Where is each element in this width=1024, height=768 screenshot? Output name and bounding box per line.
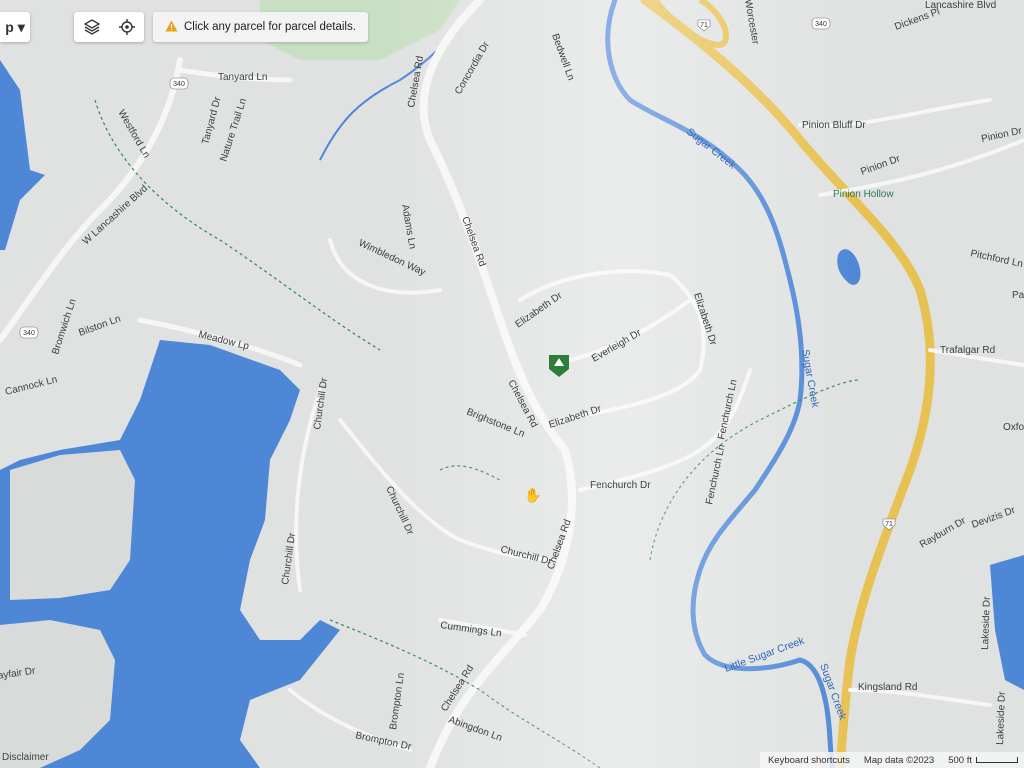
scale-label: 500 ft xyxy=(948,754,972,766)
label-trafalgar: Trafalgar Rd xyxy=(940,345,995,356)
label-lakeside-1: Lakeside Dr xyxy=(980,596,993,650)
screen-glare xyxy=(380,0,860,768)
hand-cursor-icon: ✋ xyxy=(524,487,541,503)
label-lakeside-2: Lakeside Dr xyxy=(995,691,1008,745)
label-kingsland: Kingsland Rd xyxy=(858,682,917,693)
label-lancashire-top: Lancashire Blvd xyxy=(925,0,996,11)
locate-icon[interactable] xyxy=(115,15,139,39)
disclaimer-link[interactable]: Disclaimer xyxy=(0,752,49,763)
peninsula-west xyxy=(10,450,135,600)
scale-bar-line xyxy=(976,757,1018,763)
map-type-menu[interactable]: p ▾ xyxy=(0,12,30,42)
label-pinion-hollow: Pinion Hollow xyxy=(833,189,894,200)
label-par: Par Ln xyxy=(1012,290,1024,301)
map-toolbar: p ▾ xyxy=(0,12,144,42)
svg-text:340: 340 xyxy=(815,21,827,28)
map-controls xyxy=(74,12,144,42)
shield-340-c: 340 xyxy=(811,17,831,30)
warning-icon xyxy=(165,20,178,35)
svg-text:71: 71 xyxy=(885,521,893,528)
svg-text:71: 71 xyxy=(700,22,708,29)
svg-text:340: 340 xyxy=(23,330,35,337)
svg-text:340: 340 xyxy=(173,81,185,88)
map-attribution[interactable]: Map data ©2023 xyxy=(864,755,934,766)
scale-bar[interactable]: 500 ft xyxy=(948,755,1018,766)
label-oxford: Oxfo xyxy=(1003,422,1024,433)
label-tanyard: Tanyard Ln xyxy=(218,72,267,83)
map-canvas[interactable]: 340 340 340 71 71 ✋ Tanyard Ln Tanyard D… xyxy=(0,0,1024,768)
parcel-hint-banner: Click any parcel for parcel details. xyxy=(153,12,368,42)
shield-340-a: 340 xyxy=(169,77,189,90)
map-footer: Keyboard shortcuts Map data ©2023 500 ft xyxy=(759,752,1024,768)
shield-340-b: 340 xyxy=(19,326,39,339)
layers-icon[interactable] xyxy=(80,15,104,39)
keyboard-shortcuts-link[interactable]: Keyboard shortcuts xyxy=(768,755,850,766)
hint-text: Click any parcel for parcel details. xyxy=(184,21,356,33)
label-pinion-bluff: Pinion Bluff Dr xyxy=(802,120,866,131)
label-fenchurch: Fenchurch Dr xyxy=(590,480,651,491)
